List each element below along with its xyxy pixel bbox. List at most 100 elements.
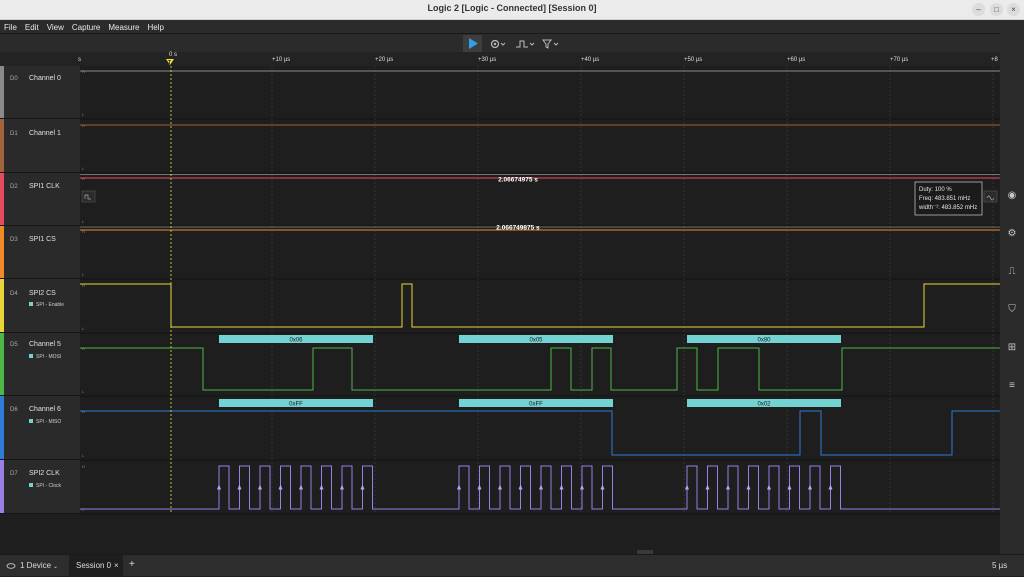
- tick-label: +40 µs: [581, 57, 600, 63]
- tooltip-duty: Duty: 100 %: [919, 187, 952, 193]
- channel-header-d4[interactable]: D4 SPI2 CS SPI - Enable: [0, 279, 80, 333]
- clock-edge-arrow-icon: [299, 484, 303, 490]
- close-session-icon[interactable]: ×: [114, 561, 119, 570]
- channel-header-d5[interactable]: D5 Channel 5 SPI - MOSI: [0, 333, 80, 396]
- menu-edit[interactable]: Edit: [21, 20, 43, 33]
- channel-name[interactable]: Channel 5: [29, 341, 61, 348]
- channel-index: D2: [10, 184, 18, 190]
- clock-edge-arrow-icon: [705, 484, 710, 490]
- device-count[interactable]: 1 Device: [20, 561, 51, 570]
- channel-color-strip: [0, 226, 4, 278]
- channel-header-d1[interactable]: D1 Channel 1: [0, 119, 80, 173]
- clock-edge-arrow-icon: [559, 484, 564, 490]
- menu-help[interactable]: Help: [143, 20, 167, 33]
- channel-name[interactable]: Channel 6: [29, 406, 61, 413]
- analyzer-label[interactable]: SPI - Enable: [29, 302, 64, 308]
- menu-view[interactable]: View: [43, 20, 68, 33]
- channel-color-strip: [0, 333, 4, 395]
- trigger-icon[interactable]: ⛉: [1006, 304, 1018, 316]
- channel-name[interactable]: Channel 1: [29, 130, 61, 137]
- analyzer-label[interactable]: SPI - MISO: [29, 419, 61, 425]
- analyzer-toolbar-button[interactable]: [515, 38, 535, 50]
- eye-icon[interactable]: ◉: [1006, 190, 1018, 202]
- channel-header-d7[interactable]: D7 SPI2 CLK SPI - Clock: [0, 460, 80, 514]
- maximize-button[interactable]: □: [990, 3, 1003, 16]
- svg-text:H: H: [82, 464, 85, 469]
- window-title: Logic 2 [Logic - Connected] [Session 0]: [427, 3, 597, 13]
- analyzer-name: SPI - Clock: [36, 483, 62, 489]
- time-zero-label: 0 s: [169, 52, 178, 58]
- channel-header-d2[interactable]: D2 SPI1 CLK: [0, 173, 80, 226]
- channel-header-d3[interactable]: D3 SPI1 CS: [0, 226, 80, 279]
- channel-header-d6[interactable]: D6 Channel 6 SPI - MISO: [0, 396, 80, 460]
- tick-label: +10 µs: [272, 57, 291, 63]
- miso-byte-label: 0xFF: [289, 402, 303, 408]
- clock-edge-arrow-icon: [278, 484, 283, 490]
- tooltip-width: width⁻¹: 483.852 mHz: [918, 205, 977, 211]
- channel-color-strip: [0, 119, 4, 172]
- clock-edge-arrow-icon: [746, 484, 751, 490]
- clock-edge-arrow-icon: [685, 484, 689, 490]
- pulse-measure-icon[interactable]: [81, 190, 96, 203]
- analyzer-icon[interactable]: ⎍: [1006, 266, 1018, 278]
- analyzer-color-icon: [29, 483, 33, 487]
- clock-edge-arrow-icon: [600, 484, 605, 490]
- analyzer-color-icon: [29, 354, 33, 358]
- tick-label: +70 µs: [890, 57, 909, 63]
- channel-index: D3: [10, 237, 18, 243]
- analyzer-name: SPI - MOSI: [36, 354, 62, 360]
- clock-edge-arrow-icon: [237, 484, 242, 490]
- device-icon: [6, 563, 16, 569]
- clock-edge-arrow-icon: [498, 484, 502, 490]
- channel-index: D6: [10, 407, 18, 413]
- clock-edge-arrow-icon: [726, 484, 730, 490]
- channel-name[interactable]: SPI1 CS: [29, 236, 56, 243]
- add-session-button[interactable]: +: [129, 559, 135, 570]
- chevron-down-icon[interactable]: ⌄: [53, 563, 58, 570]
- extensions-icon[interactable]: ⊞: [1006, 342, 1018, 354]
- menu-file[interactable]: File: [0, 20, 21, 33]
- gear-icon[interactable]: ⚙: [1006, 228, 1018, 240]
- minimize-button[interactable]: –: [972, 3, 985, 16]
- analyzer-name: SPI - MISO: [36, 419, 62, 425]
- tick-label: +30 µs: [478, 57, 497, 63]
- channel-header-d0[interactable]: D0 Channel 0: [0, 66, 80, 119]
- channel-index: D4: [10, 291, 18, 297]
- trigger-toolbar-button[interactable]: [541, 38, 561, 50]
- clock-edge-arrow-icon: [808, 484, 812, 490]
- svg-text:L: L: [82, 112, 85, 117]
- channel-name[interactable]: SPI1 CLK: [29, 183, 60, 190]
- channel-color-strip: [0, 279, 4, 332]
- close-window-button[interactable]: ×: [1007, 3, 1020, 16]
- menu-measure[interactable]: Measure: [104, 20, 143, 33]
- tick-label: +50 µs: [684, 57, 703, 63]
- channel-color-strip: [0, 396, 4, 459]
- miso-byte-label: 0x02: [757, 402, 771, 408]
- analyzer-icon: [516, 40, 535, 48]
- clock-edge-arrow-icon: [457, 484, 461, 490]
- tick-label: +60 µs: [787, 57, 806, 63]
- device-settings-button[interactable]: [490, 38, 508, 50]
- notes-icon[interactable]: ≡: [1006, 380, 1018, 392]
- tick-label: +20 µs: [375, 57, 394, 63]
- analyzer-label[interactable]: SPI - Clock: [29, 483, 61, 489]
- waveform-area[interactable]: D0 Channel 0 D1 Channel 1 D2 SPI1 CLK D3…: [0, 66, 1000, 554]
- time-scale-label: 5 µs: [992, 561, 1008, 570]
- channel-name[interactable]: Channel 0: [29, 75, 61, 82]
- trigger-icon: [542, 39, 559, 49]
- channel-name[interactable]: SPI2 CLK: [29, 470, 60, 477]
- channel-name[interactable]: SPI2 CS: [29, 290, 56, 297]
- menu-bar: File Edit View Capture Measure Help: [0, 20, 1024, 33]
- menu-capture[interactable]: Capture: [68, 20, 104, 33]
- session-tab[interactable]: Session 0 ×: [69, 555, 123, 577]
- clock-edge-arrow-icon: [580, 484, 584, 490]
- analyzer-label[interactable]: SPI - MOSI: [29, 354, 61, 360]
- start-capture-button[interactable]: [463, 35, 482, 52]
- waveform-canvas[interactable]: HL HL HL HL HL HL HL HL 2.06674975 s 2.0…: [80, 66, 1000, 554]
- timeline-ruler[interactable]: s 0 s +10 µs +20 µs +30 µs +40 µs +50 µs…: [0, 52, 1000, 66]
- wave-measure-icon[interactable]: [983, 190, 998, 203]
- analyzer-name: SPI - Enable: [36, 302, 65, 308]
- capture-toolbar: [0, 33, 1024, 52]
- session-tab-label: Session 0: [76, 561, 112, 570]
- mosi-byte-label: 0x80: [757, 338, 771, 344]
